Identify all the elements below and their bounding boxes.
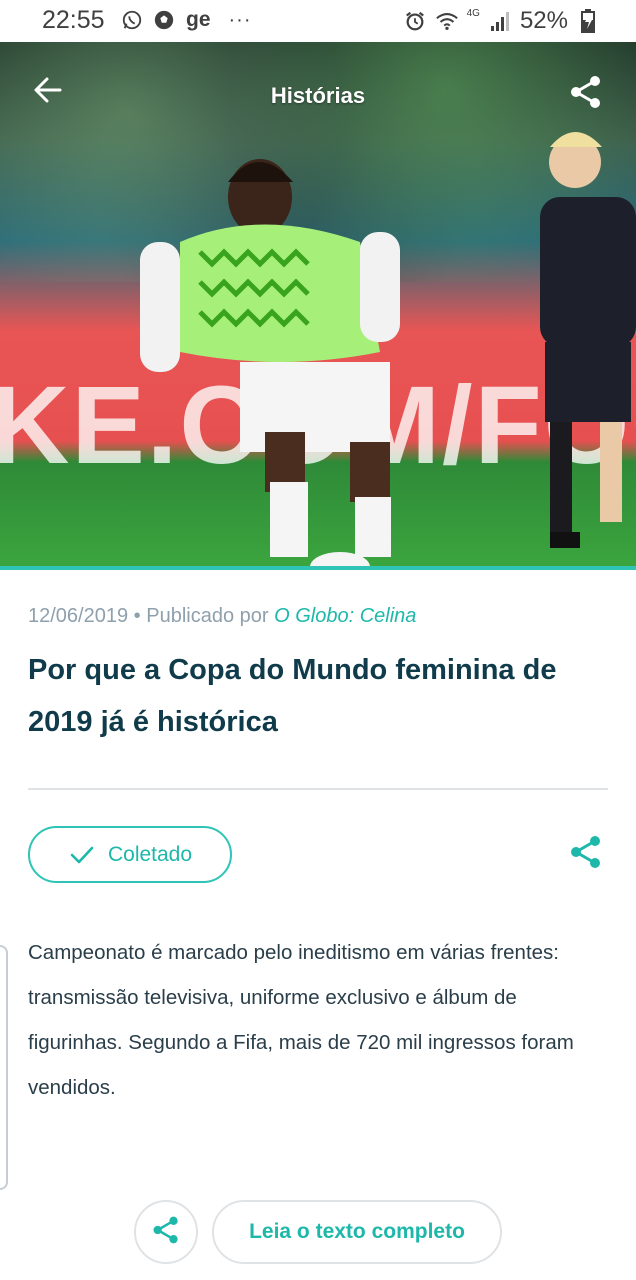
check-icon xyxy=(68,841,96,869)
meta-separator: • xyxy=(128,605,147,627)
battery-icon xyxy=(576,9,600,33)
hero-image: KE.COM/FOO Histórias xyxy=(0,42,636,567)
article-meta: 12/06/2019 • Publicado por O Globo: Celi… xyxy=(28,605,416,628)
hero-accent-line xyxy=(0,566,636,570)
article-source-link[interactable]: O Globo: Celina xyxy=(274,605,416,627)
network-type: 4G xyxy=(466,7,480,19)
article-date: 12/06/2019 xyxy=(28,605,129,627)
whatsapp-icon xyxy=(120,8,144,32)
published-by-label: Publicado por xyxy=(146,605,275,627)
article-title: Por que a Copa do Mundo feminina de 2019… xyxy=(28,654,557,738)
status-left-icons: ge ··· xyxy=(120,8,252,32)
more-notifications-icon: ··· xyxy=(228,8,252,31)
share-icon xyxy=(568,834,604,875)
read-full-text-button[interactable]: Leia o texto completo xyxy=(212,1200,502,1264)
share-icon xyxy=(151,1215,181,1250)
read-full-text-label: Leia o texto completo xyxy=(249,1220,465,1243)
side-drawer-handle[interactable] xyxy=(0,945,8,1190)
header-share-button[interactable] xyxy=(566,74,606,114)
bottom-share-button[interactable] xyxy=(134,1200,198,1264)
opponent-player-illustration xyxy=(540,132,636,548)
battery-level: 52% xyxy=(519,7,568,34)
soccer-ball-icon xyxy=(152,8,176,32)
alarm-icon xyxy=(403,9,427,33)
divider xyxy=(28,788,608,790)
article-summary: Campeonato é marcado pelo ineditismo em … xyxy=(28,941,574,1099)
collected-button[interactable]: Coletado xyxy=(28,826,232,883)
player-illustration xyxy=(140,159,400,557)
status-bar: 22:55 ge ··· 4G 52% xyxy=(0,0,636,42)
status-time: 22:55 xyxy=(42,6,105,34)
top-app-bar: Histórias xyxy=(0,42,636,142)
share-icon xyxy=(568,74,604,115)
ge-icon: ge xyxy=(186,8,211,31)
article-share-button[interactable] xyxy=(566,834,606,874)
page-title: Histórias xyxy=(270,83,366,108)
wifi-icon xyxy=(435,9,459,33)
signal-icon xyxy=(488,9,512,33)
status-right-icons: 4G 52% xyxy=(403,7,600,35)
collected-label: Coletado xyxy=(107,842,193,866)
